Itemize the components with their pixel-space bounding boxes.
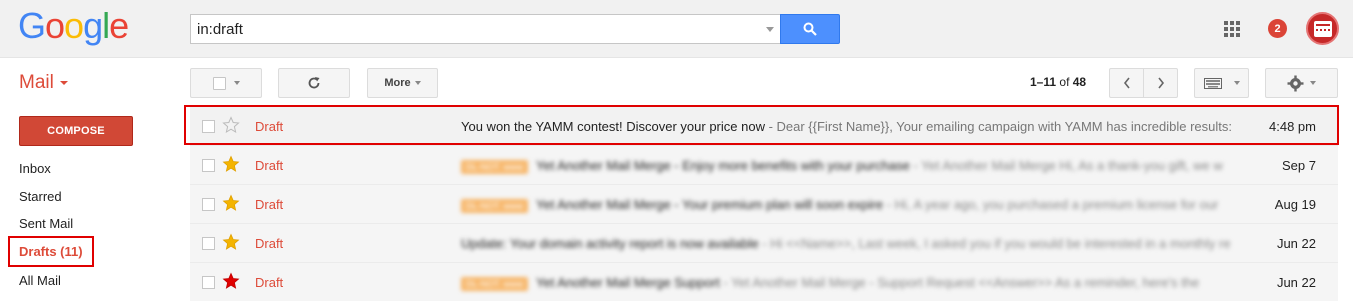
message-row[interactable]: Draft DL-NOT. www Yet Another Mail Merge … [190,263,1338,301]
logo-letter: g [83,5,103,46]
gear-icon [1287,75,1304,91]
message-sender: Draft [255,158,284,173]
message-snippet: - Yet Another Mail Merge - Support Reque… [719,275,1200,290]
logo-letter: l [102,5,110,46]
message-label: DL-NOT. www [461,198,529,213]
mail-switcher[interactable]: Mail [19,72,68,94]
message-label: DL-NOT. www [461,276,529,291]
message-label: DL-NOT. www [461,159,529,174]
search-options-caret-icon[interactable] [766,27,774,32]
chevron-right-icon [1157,77,1164,89]
refresh-icon [308,77,320,89]
sidebar-item-starred[interactable]: Starred [19,189,62,204]
row-checkbox[interactable] [202,159,215,172]
blurred-message-preview: DL-NOT. www Yet Another Mail Merge Suppor… [461,275,1231,291]
message-sender: Draft [255,236,284,251]
search-icon [803,22,817,36]
avatar-image [1313,20,1332,37]
pager-count: 1–11 of 48 [1030,75,1086,89]
logo-letter: G [18,5,46,46]
message-date: Jun 22 [1276,275,1316,290]
sidebar-item-inbox[interactable]: Inbox [19,161,51,176]
chevron-down-icon [1234,81,1240,85]
refresh-button[interactable] [278,68,350,98]
row-checkbox[interactable] [202,198,215,211]
notification-badge[interactable]: 2 [1268,19,1287,38]
logo-letter: o [64,5,84,46]
star-yellow-icon[interactable] [222,155,240,173]
star-yellow-icon[interactable] [222,233,240,251]
chevron-down-icon [59,80,68,85]
pager-total: 48 [1072,75,1087,89]
message-subject: Yet Another Mail Merge - Enjoy more bene… [536,158,910,173]
message-sender: Draft [255,197,284,212]
star-red-icon[interactable] [222,272,240,290]
chevron-down-icon [414,81,421,85]
apps-grid-icon[interactable] [1224,21,1240,37]
more-label: More [384,77,411,89]
message-sender: Draft [255,275,284,290]
compose-button[interactable]: COMPOSE [19,116,133,146]
logo-letter: e [109,5,129,46]
select-checkbox[interactable] [212,76,226,90]
chevron-left-icon [1123,77,1130,89]
search-input[interactable] [191,15,751,43]
blurred-message-preview: Update: Your domain activity report is n… [461,236,1231,252]
pager-range: 1–11 [1030,75,1057,89]
blurred-message-preview: DL-NOT. www Yet Another Mail Merge - Enjo… [461,158,1231,174]
sidebar-item-sent-mail[interactable]: Sent Mail [19,216,73,231]
message-row[interactable]: Draft DL-NOT. www Yet Another Mail Merge … [190,185,1338,224]
message-snippet: - Yet Another Mail Merge Hi, As a thank-… [909,158,1223,173]
google-logo[interactable]: Google [18,5,129,47]
select-all-button[interactable] [190,68,262,98]
more-actions-button[interactable]: More [367,68,438,98]
logo-letter: o [45,5,65,46]
settings-button[interactable] [1265,68,1338,98]
older-button[interactable] [1143,68,1178,98]
keyboard-icon [1204,77,1222,89]
input-tools-button[interactable] [1194,68,1249,98]
message-row[interactable]: Draft DL-NOT. www Yet Another Mail Merge … [190,146,1338,185]
mail-label: Mail [19,72,54,93]
chevron-down-icon [1310,81,1316,85]
message-snippet: - Hi, A year ago, you purchased a premiu… [883,197,1219,212]
row-checkbox[interactable] [202,237,215,250]
chevron-down-icon [233,81,240,85]
message-date: Aug 19 [1274,197,1316,212]
message-date: Jun 22 [1276,236,1316,251]
sidebar-item-all-mail[interactable]: All Mail [19,273,61,288]
message-subject: Update: Your domain activity report is n… [461,236,759,251]
pager-of: of [1059,75,1070,89]
first-row-highlight-box [184,105,1339,145]
message-subject: Yet Another Mail Merge Support [536,275,720,290]
search-button[interactable] [780,14,840,44]
message-row[interactable]: Draft Update: Your domain activity repor… [190,224,1338,263]
top-bar: Google 2 [0,0,1353,58]
star-yellow-icon[interactable] [222,194,240,212]
search-box [190,14,780,44]
newer-button[interactable] [1109,68,1144,98]
drafts-highlight-box [8,236,94,267]
row-checkbox[interactable] [202,276,215,289]
message-subject: Yet Another Mail Merge - Your premium pl… [536,197,884,212]
blurred-message-preview: DL-NOT. www Yet Another Mail Merge - Your… [461,197,1231,213]
message-date: Sep 7 [1282,158,1316,173]
message-snippet: - Hi <<Name>>, Last week, I asked you if… [758,236,1231,251]
avatar[interactable] [1306,12,1339,45]
